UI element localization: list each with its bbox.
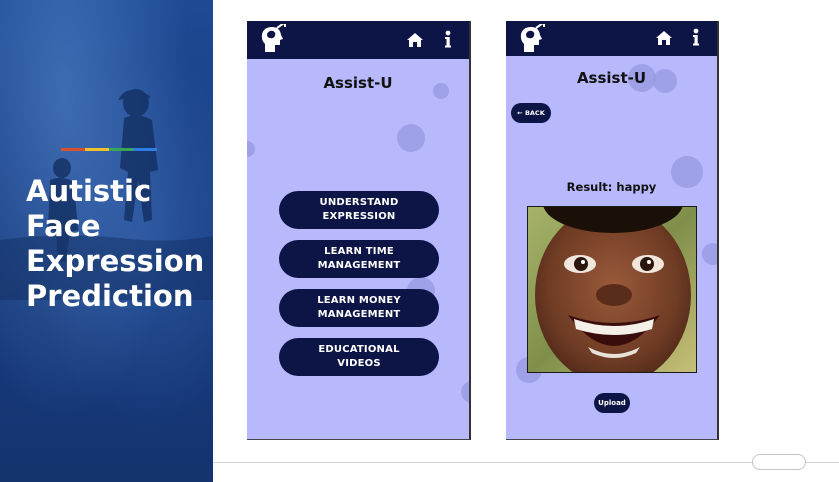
slide-title: Autistic Face Expression Prediction	[26, 174, 211, 314]
background-bubble	[397, 124, 425, 152]
button-label: LEARN TIME	[324, 246, 394, 257]
learn-money-management-button[interactable]: LEARN MONEY MANAGEMENT	[279, 289, 439, 327]
understand-expression-button[interactable]: UNDERSTAND EXPRESSION	[279, 191, 439, 229]
phone-home-screen: Assist-U UNDERSTAND EXPRESSION LEARN TIM…	[247, 21, 471, 440]
app-title: Assist-U	[576, 69, 647, 87]
info-icon[interactable]	[692, 28, 700, 46]
accent-green	[109, 148, 133, 151]
button-label: EXPRESSION	[322, 211, 396, 222]
brain-head-logo-icon[interactable]	[259, 24, 287, 54]
slide: Autistic Face Expression Prediction Assi…	[0, 0, 839, 482]
slide-title-line: Autistic	[26, 174, 152, 208]
button-label: LEARN MONEY	[317, 295, 401, 306]
accent-color-bar	[61, 148, 157, 151]
slide-footer-pill	[752, 454, 806, 470]
title-banner: Autistic Face Expression Prediction	[0, 0, 213, 482]
background-bubble	[702, 243, 717, 265]
app-bar	[506, 21, 717, 56]
back-button[interactable]: ← BACK	[511, 103, 551, 123]
app-bar	[247, 21, 469, 59]
accent-yellow	[85, 148, 109, 151]
slide-title-line: Prediction	[26, 279, 194, 313]
button-label: MANAGEMENT	[317, 309, 401, 320]
brain-head-logo-icon[interactable]	[518, 24, 546, 54]
home-icon[interactable]	[407, 33, 423, 47]
button-label: MANAGEMENT	[317, 260, 401, 271]
button-label: UNDERSTAND	[319, 197, 399, 208]
accent-red	[61, 148, 85, 151]
footer-divider	[213, 462, 839, 463]
app-title: Assist-U	[323, 74, 393, 92]
upload-button[interactable]: Upload	[594, 393, 630, 413]
uploaded-face-photo	[527, 206, 697, 373]
phone-result-screen: Assist-U ← BACK Result: happy Upload	[506, 21, 719, 440]
smiling-child-photo	[528, 207, 696, 372]
button-label: EDUCATIONAL	[318, 344, 400, 355]
slide-title-line: Expression	[26, 244, 205, 278]
background-bubble	[461, 381, 469, 403]
result-text: Result: happy	[566, 180, 657, 194]
educational-videos-button[interactable]: EDUCATIONAL VIDEOS	[279, 338, 439, 376]
button-label: VIDEOS	[337, 358, 381, 369]
slide-title-line: Face	[26, 209, 101, 243]
background-bubble	[247, 141, 255, 157]
info-icon[interactable]	[444, 30, 452, 48]
accent-blue	[133, 148, 157, 151]
home-icon[interactable]	[656, 31, 672, 45]
learn-time-management-button[interactable]: LEARN TIME MANAGEMENT	[279, 240, 439, 278]
